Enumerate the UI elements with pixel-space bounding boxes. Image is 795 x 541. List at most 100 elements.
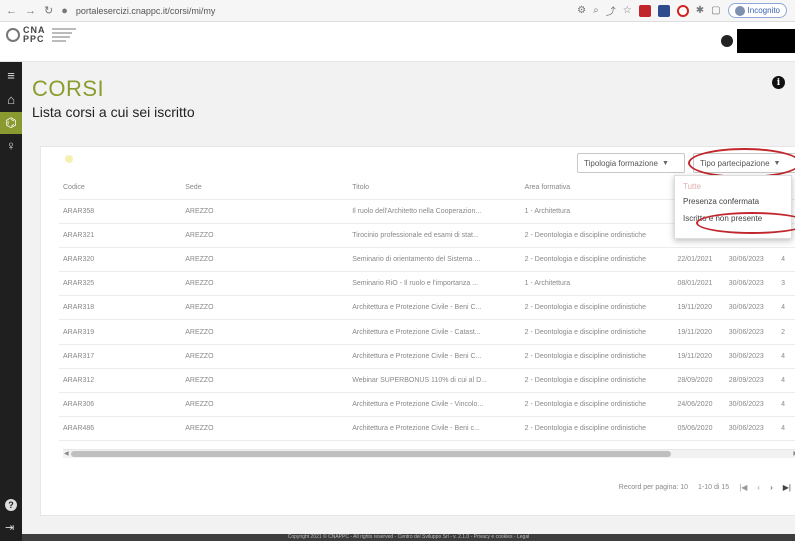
red-highlight-circle — [688, 148, 795, 178]
pagination: Record per pagina: 10 1-10 di 15 |◀ ‹ › … — [619, 483, 791, 492]
table-cell: 2 - Deontologia e discipline ordinistich… — [520, 344, 674, 369]
table-cell: AREZZO — [181, 199, 349, 224]
extension-red-icon[interactable] — [638, 4, 651, 17]
table-cell: 2 — [777, 319, 795, 345]
page-title: CORSI — [32, 76, 105, 101]
back-arrow-icon[interactable]: ← — [6, 5, 17, 17]
table-cell: 4 — [777, 416, 795, 442]
table-cell: 2 - Deontologia e discipline ordinistich… — [520, 223, 674, 248]
table-cell: 30/06/2023 — [724, 247, 778, 273]
zoom-icon[interactable]: ⌕ — [593, 5, 599, 16]
courses-card: Tipologia formazione ▼ Tipo partecipazio… — [40, 146, 795, 516]
table-cell: 4 — [777, 295, 795, 321]
user-area[interactable] — [721, 29, 795, 53]
column-header[interactable]: Area formativa — [520, 177, 674, 200]
table-cell: 19/11/2020 — [673, 295, 725, 321]
chevron-down-icon: ▼ — [661, 159, 669, 167]
horizontal-scrollbar[interactable]: ◀ ▶ — [63, 449, 795, 458]
extension-blue-icon[interactable] — [657, 4, 670, 17]
help-icon[interactable]: ? — [5, 499, 17, 511]
tipologia-formazione-select[interactable]: Tipologia formazione ▼ — [577, 153, 685, 173]
table-cell: AREZZO — [181, 344, 349, 369]
reload-icon[interactable]: ↻ — [44, 4, 53, 17]
table-cell: 30/06/2023 — [724, 392, 778, 418]
footer: Copyright 2021 © CNAPPC - All rights res… — [22, 534, 795, 541]
sidebar: ≡ ⌂ ⌬ ♀ — [0, 62, 22, 541]
table-cell: 19/11/2020 — [673, 344, 725, 369]
table-row[interactable]: ARAR318 AREZZO Architettura e Protezione C… — [59, 295, 795, 321]
prev-page-icon[interactable]: ‹ — [757, 483, 760, 492]
table-cell: AREZZO — [181, 271, 349, 297]
profile-label: Incognito — [747, 6, 780, 15]
table-cell: Architettura e Protezione Civile - Beni … — [348, 416, 521, 442]
cnappc-logo[interactable]: CNA PPC — [6, 26, 76, 44]
share-icon[interactable]: ⤴ — [606, 3, 616, 18]
logo-icon — [6, 28, 20, 42]
table-cell: 1 - Architettura — [520, 271, 674, 297]
option-presenza-confermata[interactable]: Presenza confermata — [683, 197, 759, 206]
first-page-icon[interactable]: |◀ — [739, 483, 747, 492]
table-row[interactable]: ARAR306 AREZZO Architettura e Protezione C… — [59, 392, 795, 418]
window-icon[interactable]: ▢ — [711, 5, 720, 16]
table-cell: 30/06/2023 — [724, 271, 778, 297]
user-name-redacted — [737, 29, 795, 53]
table-cell: 2 - Deontologia e discipline ordinistich… — [520, 392, 674, 418]
profile-button[interactable]: Incognito — [727, 3, 787, 18]
table-cell: 2 - Deontologia e discipline ordinistich… — [520, 295, 674, 321]
logout-icon[interactable]: ⇥ — [5, 521, 14, 534]
table-cell: 28/09/2023 — [724, 368, 778, 394]
table-row[interactable]: ARAR317 AREZZO Architettura e Protezione C… — [59, 344, 795, 369]
table-cell: ARAR321 — [59, 223, 182, 248]
avatar — [734, 5, 745, 16]
puzzle-icon[interactable]: ✱ — [696, 5, 704, 16]
table-row[interactable]: ARAR486 AREZZO Architettura e Protezione C… — [59, 416, 795, 442]
table-cell: Il ruolo dell'Architetto nella Cooperazi… — [348, 199, 521, 224]
table-row[interactable]: ARAR319 AREZZO Architettura e Protezione C… — [59, 319, 795, 345]
table-row[interactable]: ARAR320 AREZZO Seminario di orientamento d… — [59, 247, 795, 273]
table-cell: Seminario RiO - Il ruolo e l'importanza … — [348, 271, 521, 297]
table-cell: Architettura e Protezione Civile - Vinco… — [348, 392, 521, 418]
table-cell: 28/09/2020 — [673, 368, 725, 394]
award-icon[interactable]: ♀ — [0, 134, 22, 156]
table-cell: 4 — [777, 368, 795, 394]
table-cell: Architettura e Protezione Civile - Beni … — [348, 344, 521, 369]
column-header[interactable]: Titolo — [348, 177, 521, 200]
table-cell: AREZZO — [181, 223, 349, 248]
column-header[interactable]: Codice — [59, 177, 182, 200]
table-cell: 05/06/2020 — [673, 416, 725, 442]
star-icon[interactable]: ☆ — [623, 5, 632, 16]
settings-icon[interactable]: ⚙ — [577, 5, 586, 16]
home-icon[interactable]: ⌂ — [0, 88, 22, 110]
next-page-icon[interactable]: › — [770, 483, 773, 492]
table-cell: 30/06/2023 — [724, 344, 778, 369]
info-icon[interactable]: i — [772, 76, 785, 89]
scroll-left-icon[interactable]: ◀ — [64, 450, 69, 457]
page-subtitle: Lista corsi a cui sei iscritto — [32, 104, 195, 120]
lock-icon[interactable]: ● — [61, 5, 68, 17]
table-cell: 2 - Deontologia e discipline ordinistich… — [520, 319, 674, 345]
forward-arrow-icon[interactable]: → — [25, 5, 36, 17]
menu-icon[interactable]: ≡ — [0, 64, 22, 86]
user-icon[interactable] — [721, 35, 733, 47]
scroll-thumb[interactable] — [71, 451, 671, 457]
page-range: 1-10 di 15 — [698, 484, 730, 491]
table-cell: 22/01/2021 — [673, 247, 725, 273]
courses-bank-icon[interactable]: ⌬ — [0, 112, 22, 134]
column-header[interactable]: Sede — [181, 177, 349, 200]
table-cell: AREZZO — [181, 247, 349, 273]
table-cell: AREZZO — [181, 319, 349, 345]
table-cell: Architettura e Protezione Civile - Catas… — [348, 319, 521, 345]
table-cell: 4 — [777, 392, 795, 418]
option-tutte[interactable]: Tutte — [683, 182, 701, 191]
table-cell: Architettura e Protezione Civile - Beni … — [348, 295, 521, 321]
address-bar[interactable]: portalesercizi.cnappc.it/corsi/mi/my — [76, 6, 316, 16]
opera-icon[interactable] — [676, 4, 689, 17]
rows-per-page-select[interactable]: Record per pagina: 10 — [619, 484, 688, 491]
table-row[interactable]: ARAR312 AREZZO Webinar SUPERBONUS 110% di … — [59, 368, 795, 394]
app-header: CNA PPC — [0, 22, 795, 62]
logo-lines — [52, 28, 76, 42]
table-cell: ARAR320 — [59, 247, 182, 273]
last-page-icon[interactable]: ▶| — [783, 483, 791, 492]
table-row[interactable]: ARAR325 AREZZO Seminario RiO - Il ruolo e … — [59, 271, 795, 297]
browser-toolbar: ← → ↻ ● portalesercizi.cnappc.it/corsi/m… — [0, 0, 795, 22]
